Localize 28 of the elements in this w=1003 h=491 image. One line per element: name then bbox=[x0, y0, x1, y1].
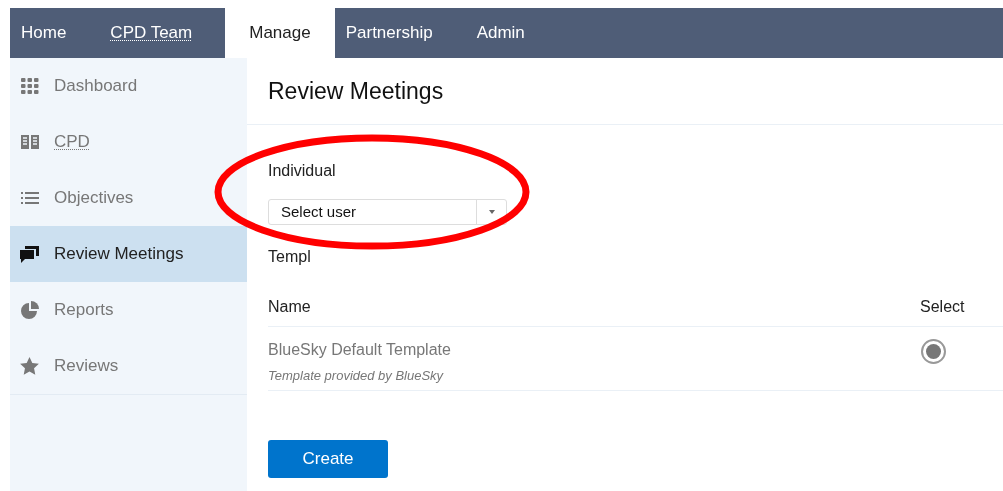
template-name: BlueSky Default Template bbox=[268, 340, 451, 360]
nav-tab[interactable]: Home bbox=[10, 8, 78, 58]
create-button[interactable]: Create bbox=[268, 440, 388, 478]
caret-icon bbox=[488, 210, 495, 214]
grid-icon bbox=[20, 78, 39, 94]
sidebar-item[interactable]: Objectives bbox=[10, 170, 247, 226]
star-icon bbox=[20, 357, 39, 375]
nav-tab[interactable]: Manage bbox=[225, 8, 335, 58]
sidebar-item[interactable]: Reviews bbox=[10, 338, 247, 394]
pie-chart-icon bbox=[20, 301, 39, 319]
field-label: Individual bbox=[268, 161, 337, 181]
book-icon bbox=[20, 134, 39, 150]
column-header: Select bbox=[920, 297, 966, 317]
chat-bubbles-icon bbox=[20, 245, 39, 263]
nav-tab[interactable]: Admin bbox=[465, 8, 536, 58]
nav-tab[interactable]: CPD Team bbox=[99, 8, 204, 58]
nav-tab[interactable]: Partnership bbox=[334, 8, 444, 58]
section-label: Templ bbox=[268, 247, 311, 267]
template-description: Template provided by BlueSky bbox=[268, 367, 444, 385]
sidebar-item[interactable]: Review Meetings bbox=[10, 226, 247, 282]
sidebar-item[interactable]: CPD bbox=[10, 114, 247, 170]
sidebar-item[interactable]: Reports bbox=[10, 282, 247, 338]
list-icon bbox=[20, 191, 39, 205]
page-title: Review Meetings bbox=[268, 76, 444, 106]
radio-button[interactable] bbox=[921, 339, 946, 364]
user-select[interactable]: Select user bbox=[268, 199, 507, 225]
sidebar-item[interactable]: Dashboard bbox=[10, 58, 247, 114]
column-header: Name bbox=[268, 297, 312, 317]
